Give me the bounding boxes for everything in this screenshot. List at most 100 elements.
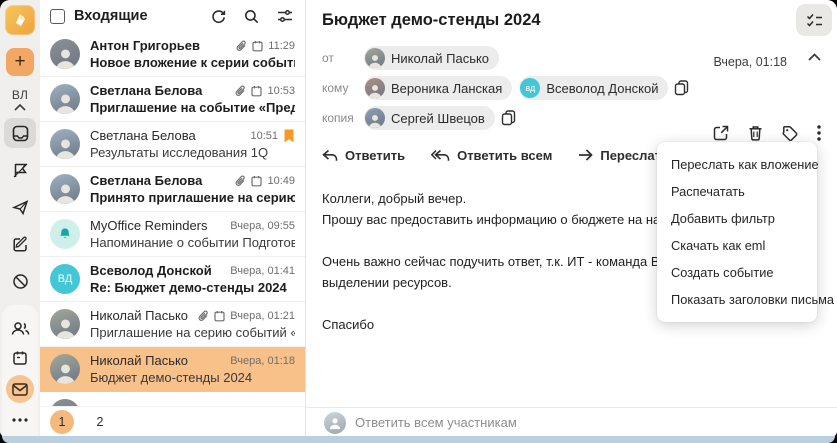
message-time: Вчера, 09:55	[230, 219, 295, 232]
message-subject-preview: Напоминание о событии Подготовить отчет…	[90, 235, 295, 250]
list-item[interactable]: Николай Пасько Вчера, 01:18 Бюджет демо-…	[40, 347, 305, 392]
context-menu-item[interactable]: Создать событие	[657, 259, 817, 286]
reply-all-button[interactable]: Ответить всем	[431, 148, 552, 163]
more-icon[interactable]	[5, 407, 35, 433]
sender-name: Светлана Белова	[90, 83, 203, 98]
contact-avatar	[365, 48, 385, 68]
calendar-badge-icon	[251, 175, 263, 187]
sender-name: Николай Пасько	[90, 353, 189, 368]
message-date: Вчера, 01:18	[713, 55, 787, 69]
message-time: Вчера, 01:21	[230, 309, 295, 322]
trash-icon[interactable]	[748, 125, 763, 141]
message-time: Вчера, 01:18	[230, 354, 295, 367]
sidebar-item-drafts[interactable]	[4, 229, 36, 259]
forward-icon	[578, 149, 594, 161]
context-menu-item[interactable]: Переслать как вложение	[657, 151, 819, 178]
list-item[interactable]: ВД Всеволод Донской Вчера, 01:41 Re: Бюд…	[40, 257, 305, 302]
contact-name: Николай Пасько	[391, 50, 490, 66]
list-item[interactable]: Николай Пасько Вчера, 01:21 Приглашение …	[40, 302, 305, 347]
calendar-icon[interactable]	[5, 345, 35, 371]
search-icon[interactable]	[244, 9, 259, 24]
tag-icon[interactable]	[782, 125, 798, 141]
message-subject-preview: Re: Бюджет демо-стенды 2024	[90, 280, 287, 295]
sender-avatar	[50, 219, 80, 249]
message-subject-preview: Приглашение на серию событий «Демо стен…	[90, 325, 295, 340]
message-actions	[713, 125, 821, 141]
contact-name: Сергей Швецов	[391, 110, 485, 126]
attachment-icon	[235, 175, 246, 187]
quick-reply-placeholder: Ответить всем участникам	[355, 415, 517, 430]
contact-chip[interactable]: Вероника Ланская	[364, 76, 513, 100]
desktop-edge	[2, 436, 835, 443]
open-in-new-icon[interactable]	[713, 125, 729, 141]
new-message-button[interactable]: +	[6, 48, 34, 76]
message-subject-preview: Результаты исследования 1Q	[90, 145, 269, 160]
sender-name: Светлана Белова	[90, 173, 203, 188]
select-all-checkbox[interactable]	[50, 8, 65, 24]
reply-button[interactable]: Ответить	[322, 148, 405, 163]
calendar-badge-icon	[252, 40, 263, 52]
contact-chip[interactable]: вд Всеволод Донской	[519, 76, 669, 100]
mail-rows: Антон Григорьев 11:29 Новое вложение к с…	[40, 32, 305, 437]
page-1-button[interactable]: 1	[50, 410, 74, 434]
calendar-badge-icon	[251, 85, 263, 97]
contact-name: Вероника Ланская	[391, 80, 503, 96]
list-item[interactable]: MyOffice Reminders Вчера, 09:55 Напомина…	[40, 212, 305, 257]
contact-avatar: вд	[520, 78, 541, 98]
sender-avatar	[50, 309, 80, 339]
message-pane: Бюджет демо-стенды 2024 Вчера, 01:18 от …	[306, 0, 837, 437]
sidebar-item-sent[interactable]	[4, 192, 36, 222]
sender-avatar: ВД	[50, 264, 80, 294]
context-menu-item[interactable]: Скачать как eml	[657, 232, 817, 259]
sidebar-item-inbox[interactable]	[4, 118, 36, 148]
contact-chip[interactable]: Сергей Швецов	[364, 106, 495, 130]
quick-reply-bar[interactable]: Ответить всем участникам	[306, 407, 837, 437]
message-time: Вчера, 01:41	[230, 264, 295, 277]
kebab-menu-icon[interactable]	[817, 125, 821, 141]
refresh-icon[interactable]	[211, 9, 226, 24]
sender-name: Всеволод Донской	[90, 263, 212, 278]
filter-icon[interactable]	[277, 9, 293, 23]
checklist-icon	[806, 13, 823, 28]
attachment-icon	[198, 310, 209, 322]
message-subject: Бюджет демо-стенды 2024	[322, 11, 541, 29]
mail-app-active[interactable]	[6, 375, 34, 403]
sidebar-item-spam[interactable]	[4, 266, 36, 296]
list-item[interactable]: Светлана Белова 10:53 Приглашение на соб…	[40, 77, 305, 122]
sender-name: MyOffice Reminders	[90, 218, 208, 233]
message-subject-preview: Бюджет демо-стенды 2024	[90, 370, 253, 385]
mail-list-header: Входящие	[40, 0, 305, 32]
context-menu-item[interactable]: Добавить фильтр	[657, 205, 817, 232]
copy-recipients-icon[interactable]	[674, 80, 689, 96]
list-item[interactable]: Антон Григорьев 11:29 Новое вложение к с…	[40, 32, 305, 77]
copy-cc-icon[interactable]	[501, 110, 516, 126]
sender-avatar	[50, 39, 80, 69]
tasks-panel-toggle[interactable]	[796, 4, 832, 36]
collapse-header-icon[interactable]	[808, 53, 821, 61]
chevron-up-icon[interactable]	[14, 104, 26, 111]
myoffice-logo-icon[interactable]	[5, 5, 35, 35]
sender-name: Антон Григорьев	[90, 38, 200, 53]
contact-chip[interactable]: Николай Пасько	[364, 46, 500, 70]
calendar-badge-icon	[214, 310, 225, 322]
list-item[interactable]: Светлана Белова 10:49 Принято приглашени…	[40, 167, 305, 212]
app-switcher	[2, 305, 38, 437]
sender-avatar	[50, 354, 80, 384]
contacts-icon[interactable]	[5, 315, 35, 341]
message-time: 11:29	[268, 39, 295, 52]
sender-avatar	[50, 129, 80, 159]
forward-button[interactable]: Переслать	[578, 148, 669, 163]
page-2-button[interactable]: 2	[88, 410, 112, 434]
from-label: от	[322, 51, 334, 65]
list-item[interactable]: Светлана Белова 10:51 Результаты исследо…	[40, 122, 305, 167]
folder-title: Входящие	[74, 8, 148, 24]
sidebar-item-flagged[interactable]	[4, 155, 36, 185]
message-context-menu: Переслать как вложение Распечатать Добав…	[657, 142, 834, 322]
message-subject-preview: Принято приглашение на серию событий «…	[90, 190, 295, 205]
context-menu-item[interactable]: Показать заголовки письма	[657, 286, 834, 313]
user-initials[interactable]: ВЛ	[12, 88, 28, 102]
current-user-avatar	[324, 411, 346, 434]
context-menu-item[interactable]: Распечатать	[657, 178, 817, 205]
message-subject-preview: Новое вложение к серии событий «Аналити…	[90, 55, 295, 70]
cc-label: копия	[322, 111, 354, 125]
